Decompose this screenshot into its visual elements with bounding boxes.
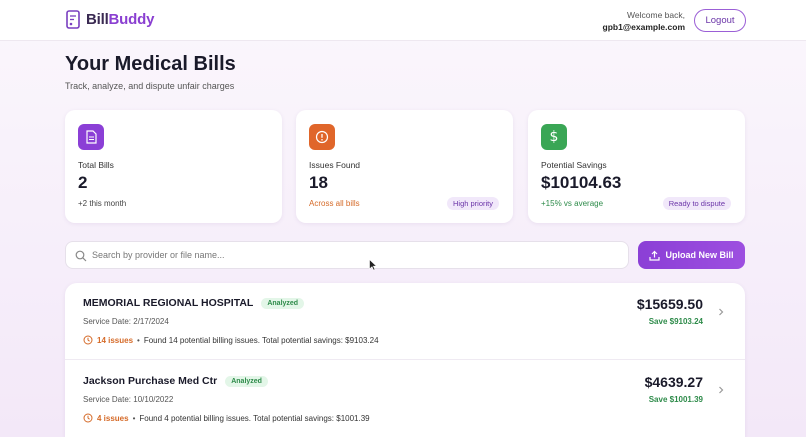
bill-issues-summary: 14 issues • Found 14 potential billing i…	[83, 335, 379, 345]
stat-note: Across all bills	[309, 199, 360, 208]
brand-name-bill: Bill	[86, 11, 109, 28]
alert-circle-icon	[309, 124, 335, 150]
stat-value: 2	[78, 173, 88, 192]
clock-alert-icon	[83, 413, 93, 423]
stat-note: +15% vs average	[541, 199, 604, 208]
chevron-right-icon[interactable]	[716, 385, 726, 395]
search-bar[interactable]	[65, 241, 629, 269]
logout-button[interactable]: Logout	[694, 9, 746, 32]
search-input[interactable]	[92, 242, 622, 268]
stat-label: Issues Found	[309, 160, 361, 170]
bill-issues-summary: 4 issues • Found 4 potential billing iss…	[83, 413, 370, 423]
user-email: gpb1@example.com	[602, 22, 685, 32]
brand-name-buddy: Buddy	[108, 11, 155, 28]
document-icon	[78, 124, 104, 150]
issue-count: 4 issues	[97, 413, 129, 423]
bullet-separator: •	[137, 335, 140, 345]
upload-label: Upload New Bill	[665, 250, 734, 260]
bill-amount: $15659.50	[636, 296, 703, 312]
page-subtitle: Track, analyze, and dispute unfair charg…	[65, 81, 235, 91]
bill-header: MEMORIAL REGIONAL HOSPITAL Analyzed	[83, 297, 305, 309]
service-date: Service Date: 10/10/2022	[83, 395, 174, 404]
issue-description: Found 4 potential billing issues. Total …	[139, 413, 370, 423]
provider-name: MEMORIAL REGIONAL HOSPITAL	[83, 297, 254, 309]
bullet-separator: •	[132, 413, 136, 423]
bill-amount: $4639.27	[644, 374, 703, 390]
brand-name: BillBuddy	[86, 11, 154, 28]
dollar-icon: $	[541, 124, 567, 150]
stat-note: +2 this month	[78, 199, 127, 208]
service-date: Service Date: 2/17/2024	[83, 317, 169, 326]
clock-alert-icon	[83, 335, 93, 345]
chevron-right-icon[interactable]	[716, 307, 726, 317]
bill-savings: Save $9103.24	[648, 317, 703, 326]
provider-name: Jackson Purchase Med Ctr	[83, 375, 218, 387]
bill-list: MEMORIAL REGIONAL HOSPITAL Analyzed Serv…	[65, 283, 745, 437]
mouse-cursor-icon	[369, 259, 377, 271]
bill-row[interactable]: MEMORIAL REGIONAL HOSPITAL Analyzed Serv…	[65, 283, 745, 360]
stat-label: Potential Savings	[541, 160, 607, 170]
issue-description: Found 14 potential billing issues. Total…	[143, 335, 379, 345]
status-badge: Analyzed	[261, 297, 305, 309]
bill-header: Jackson Purchase Med Ctr Analyzed	[83, 375, 268, 387]
bill-row[interactable]: Jackson Purchase Med Ctr Analyzed Servic…	[65, 361, 745, 437]
bill-savings: Save $1001.39	[648, 395, 703, 404]
stat-card-total-bills: Total Bills 2 +2 this month	[65, 110, 282, 223]
welcome-label: Welcome back,	[627, 10, 685, 20]
bill-document-icon	[66, 10, 80, 29]
app-header: BillBuddy Welcome back, gpb1@example.com…	[0, 0, 806, 41]
user-greeting: Welcome back, gpb1@example.com	[603, 10, 685, 32]
status-badge: Analyzed	[225, 375, 268, 387]
stat-value: $10104.63	[541, 173, 622, 192]
search-icon	[75, 250, 87, 262]
stat-card-issues-found: Issues Found 18 Across all bills High pr…	[296, 110, 513, 223]
brand-logo[interactable]: BillBuddy	[66, 10, 154, 29]
issue-count: 14 issues	[97, 335, 134, 345]
stat-card-potential-savings: $ Potential Savings $10104.63 +15% vs av…	[528, 110, 745, 223]
upload-new-bill-button[interactable]: Upload New Bill	[638, 241, 745, 269]
stat-value: 18	[309, 173, 328, 192]
stat-label: Total Bills	[78, 160, 114, 170]
dispute-badge: Ready to dispute	[662, 197, 731, 210]
upload-icon	[649, 250, 661, 261]
page-title: Your Medical Bills	[65, 53, 236, 75]
priority-badge: High priority	[446, 197, 499, 210]
